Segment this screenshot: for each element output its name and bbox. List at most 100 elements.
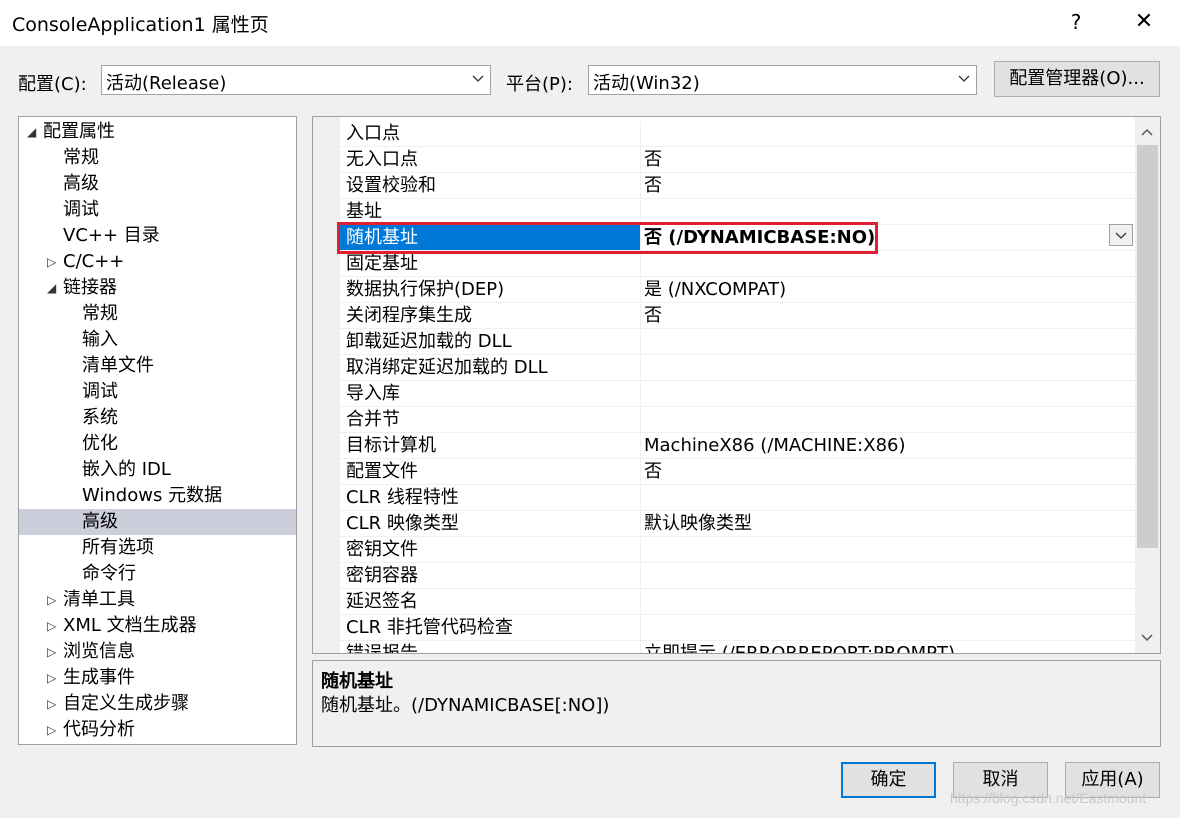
tree-item[interactable]: 调试 — [19, 197, 296, 223]
grid-column-divider — [640, 329, 641, 355]
grid-row[interactable]: 合并节 — [340, 407, 1137, 433]
tree-item[interactable]: ▷ 浏览信息 — [19, 639, 296, 665]
platform-select[interactable]: 活动(Win32) — [588, 65, 977, 95]
grid-row[interactable]: 数据执行保护(DEP) 是 (/NXCOMPAT) — [340, 277, 1137, 303]
tree-item[interactable]: ▷ XML 文档生成器 — [19, 613, 296, 639]
tree-item[interactable]: 常规 — [19, 145, 296, 171]
grid-property-name: 配置文件 — [346, 461, 418, 482]
grid-row[interactable]: 入口点 — [340, 121, 1137, 147]
tree-item[interactable]: 所有选项 — [19, 535, 296, 561]
grid-column-divider — [640, 563, 641, 589]
grid-property-value[interactable]: 否 — [644, 147, 662, 172]
grid-row[interactable]: CLR 非托管代码检查 — [340, 615, 1137, 641]
grid-property-name: 入口点 — [346, 123, 400, 144]
vertical-scrollbar[interactable] — [1135, 117, 1160, 653]
tree-item-label: 自定义生成步骤 — [63, 693, 189, 714]
tree-item[interactable]: 输入 — [19, 327, 296, 353]
grid-row[interactable]: 取消绑定延迟加载的 DLL — [340, 355, 1137, 381]
tree-item[interactable]: Windows 元数据 — [19, 483, 296, 509]
tree-item[interactable]: ▷ 代码分析 — [19, 717, 296, 743]
description-title: 随机基址 — [321, 671, 393, 692]
description-panel: 随机基址 随机基址。(/DYNAMICBASE[:NO]) — [312, 660, 1161, 747]
tree-item-label: C/C++ — [63, 251, 125, 272]
collapsed-arrow-icon[interactable]: ▷ — [47, 639, 61, 665]
annotation-highlight-box — [337, 222, 878, 254]
tree-item[interactable]: 嵌入的 IDL — [19, 457, 296, 483]
collapsed-arrow-icon[interactable]: ▷ — [47, 249, 61, 275]
watermark: https://blog.csdn.net/Eastmount — [950, 790, 1147, 806]
grid-property-name: 关闭程序集生成 — [346, 305, 472, 326]
platform-label: 平台(P): — [506, 74, 573, 95]
collapsed-arrow-icon[interactable]: ▷ — [47, 691, 61, 717]
grid-property-name: 基址 — [346, 201, 382, 222]
expanded-arrow-icon[interactable]: ◢ — [27, 119, 41, 145]
tree-item[interactable]: 高级 — [19, 509, 296, 535]
collapsed-arrow-icon[interactable]: ▷ — [47, 613, 61, 639]
grid-row[interactable]: 固定基址 — [340, 251, 1137, 277]
value-dropdown-button[interactable] — [1109, 224, 1133, 246]
collapsed-arrow-icon[interactable]: ▷ — [47, 717, 61, 743]
tree-item[interactable]: 调试 — [19, 379, 296, 405]
tree-item-label: 常规 — [82, 303, 118, 324]
property-tree[interactable]: ◢ 配置属性 常规 高级 调试 VC++ 目录 ▷ C/C++ ◢ 链接器 常规 输入 清单文件 调试 系统… — [18, 116, 297, 745]
grid-row[interactable]: 密钥容器 — [340, 563, 1137, 589]
grid-row[interactable]: 设置校验和 否 — [340, 173, 1137, 199]
tree-item[interactable]: 高级 — [19, 171, 296, 197]
grid-row[interactable]: 配置文件 否 — [340, 459, 1137, 485]
expanded-arrow-icon[interactable]: ◢ — [47, 275, 61, 301]
grid-property-value[interactable]: 否 — [644, 459, 662, 484]
grid-row[interactable]: CLR 映像类型 默认映像类型 — [340, 511, 1137, 537]
collapsed-arrow-icon[interactable]: ▷ — [47, 665, 61, 691]
grid-row[interactable]: 导入库 — [340, 381, 1137, 407]
grid-property-value[interactable]: 默认映像类型 — [644, 511, 752, 536]
grid-row[interactable]: 关闭程序集生成 否 — [340, 303, 1137, 329]
config-select[interactable]: 活动(Release) — [101, 65, 491, 95]
collapsed-arrow-icon[interactable]: ▷ — [47, 587, 61, 613]
grid-property-value[interactable]: 否 — [644, 173, 662, 198]
grid-property-value[interactable]: MachineX86 (/MACHINE:X86) — [644, 433, 906, 458]
description-text: 随机基址。(/DYNAMICBASE[:NO]) — [321, 695, 610, 716]
scroll-up-button[interactable] — [1135, 119, 1160, 145]
grid-category-strip — [313, 117, 340, 653]
scroll-thumb[interactable] — [1137, 145, 1158, 548]
tree-item[interactable]: ▷ 自定义生成步骤 — [19, 691, 296, 717]
grid-row[interactable]: CLR 线程特性 — [340, 485, 1137, 511]
tree-item[interactable]: ▷ 生成事件 — [19, 665, 296, 691]
grid-row[interactable]: 无入口点 否 — [340, 147, 1137, 173]
grid-column-divider — [640, 485, 641, 511]
grid-property-value[interactable]: 是 (/NXCOMPAT) — [644, 277, 786, 302]
grid-row[interactable]: 延迟签名 — [340, 589, 1137, 615]
tree-item[interactable]: ▷ 清单工具 — [19, 587, 296, 613]
scroll-down-button[interactable] — [1135, 625, 1160, 651]
chevron-down-icon — [1141, 634, 1153, 642]
tree-item[interactable]: 常规 — [19, 301, 296, 327]
grid-row[interactable]: 错误报告 立即提示 (/ERRORREPORT:PROMPT) — [340, 641, 1137, 653]
grid-column-divider — [640, 147, 641, 173]
property-grid[interactable]: 入口点 无入口点否设置校验和否基址 随机基址否 (/DYNAMICBASE:NO) 固… — [312, 116, 1161, 654]
grid-column-divider — [640, 251, 641, 277]
tree-item-label: Windows 元数据 — [82, 485, 223, 506]
grid-property-value[interactable]: 否 — [644, 303, 662, 328]
tree-item[interactable]: ◢ 链接器 — [19, 275, 296, 301]
tree-item[interactable]: ▷ C/C++ — [19, 249, 296, 275]
grid-property-name: 取消绑定延迟加载的 DLL — [346, 357, 548, 378]
tree-item[interactable]: 系统 — [19, 405, 296, 431]
config-manager-button[interactable]: 配置管理器(O)... — [994, 61, 1160, 97]
tree-item[interactable]: VC++ 目录 — [19, 223, 296, 249]
grid-property-name: 延迟签名 — [346, 591, 418, 612]
grid-row[interactable]: 密钥文件 — [340, 537, 1137, 563]
tree-item[interactable]: ◢ 配置属性 — [19, 119, 296, 145]
window-title: ConsoleApplication1 属性页 — [12, 14, 269, 36]
tree-item[interactable]: 优化 — [19, 431, 296, 457]
tree-item[interactable]: 命令行 — [19, 561, 296, 587]
help-button[interactable]: ? — [1058, 4, 1094, 40]
grid-column-divider — [640, 277, 641, 303]
grid-row[interactable]: 卸载延迟加载的 DLL — [340, 329, 1137, 355]
ok-button[interactable]: 确定 — [841, 762, 936, 798]
grid-property-value[interactable]: 立即提示 (/ERRORREPORT:PROMPT) — [644, 641, 955, 653]
grid-column-divider — [640, 355, 641, 381]
grid-row[interactable]: 目标计算机 MachineX86 (/MACHINE:X86) — [340, 433, 1137, 459]
tree-item-label: 输入 — [82, 329, 118, 350]
close-button[interactable]: ✕ — [1126, 4, 1162, 40]
tree-item[interactable]: 清单文件 — [19, 353, 296, 379]
